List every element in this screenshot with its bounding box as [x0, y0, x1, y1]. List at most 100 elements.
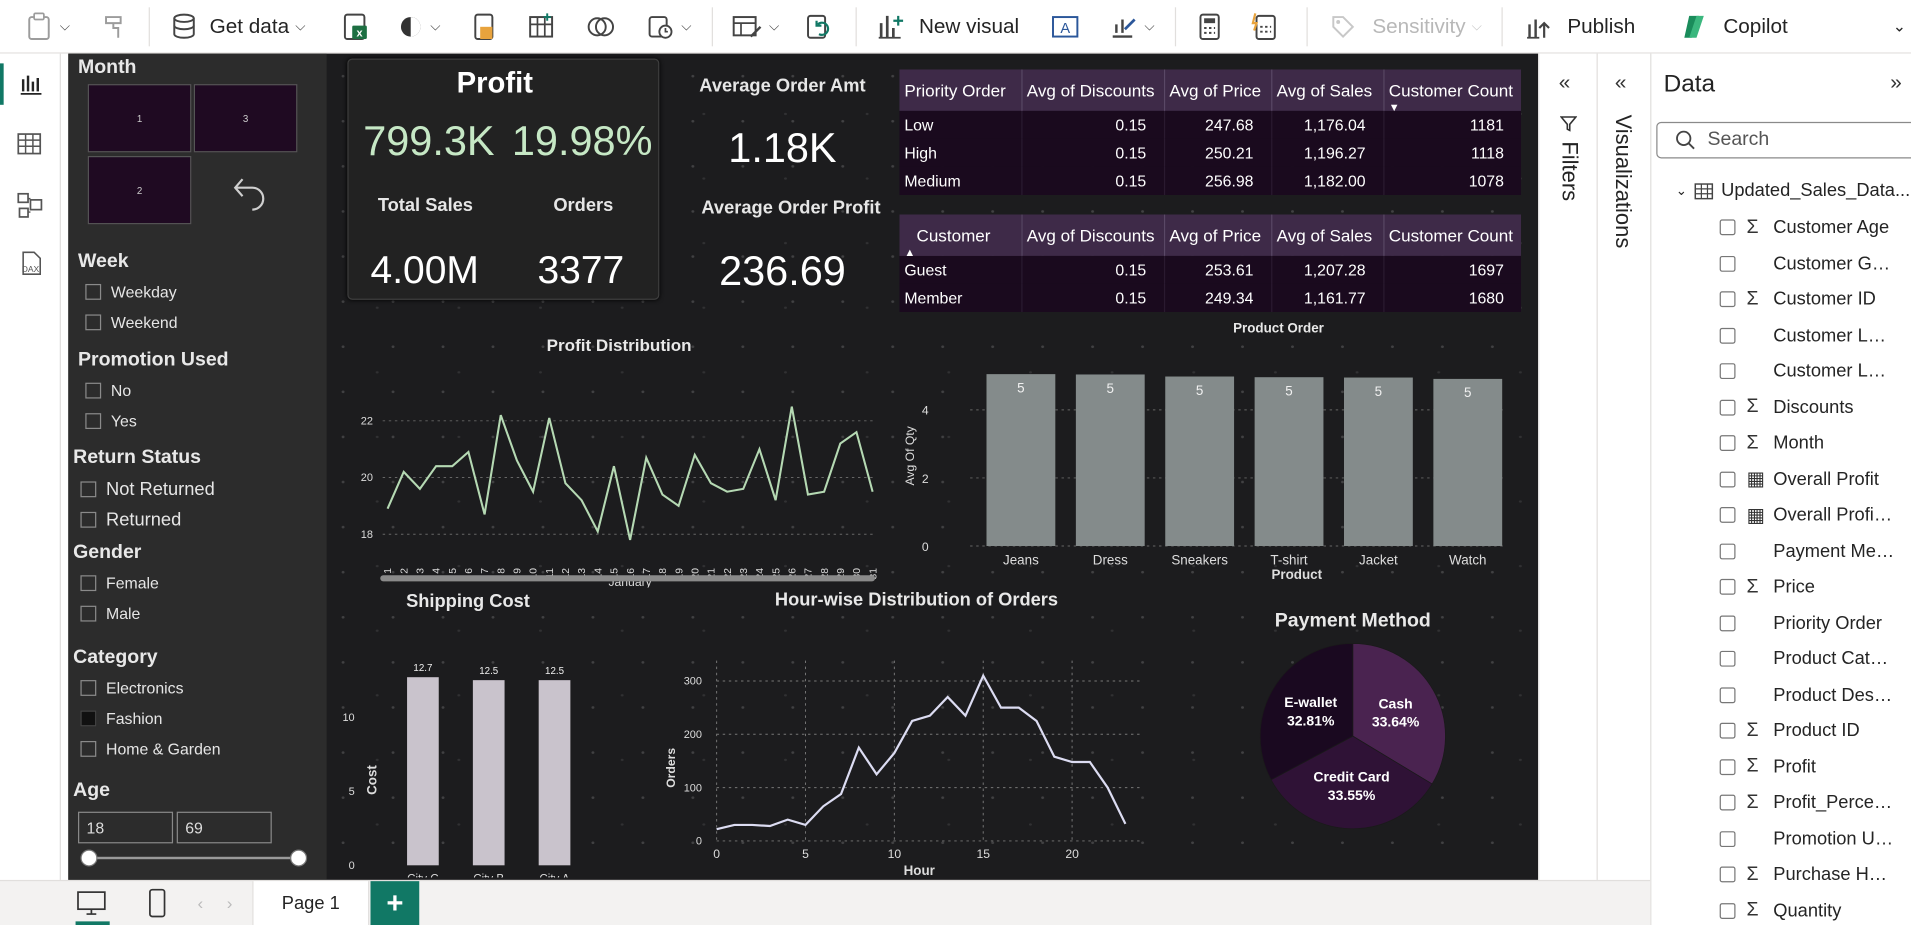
- quick-measure-button[interactable]: [1250, 0, 1279, 54]
- field-item[interactable]: Σ Quantity: [1651, 893, 1911, 925]
- chart-scrollbar[interactable]: [380, 575, 876, 582]
- collapse-filters-icon[interactable]: «: [1559, 71, 1571, 95]
- next-page-icon[interactable]: ›: [227, 893, 233, 913]
- checkbox-fashion[interactable]: Fashion: [80, 709, 162, 728]
- transform-data-button[interactable]: ⌵: [731, 0, 779, 54]
- previous-page-icon[interactable]: ‹: [197, 893, 203, 913]
- data-search-box[interactable]: Search: [1656, 121, 1911, 159]
- data-table-node[interactable]: ⌄ Updated_Sales_Data...: [1676, 180, 1910, 201]
- column-header[interactable]: Priority Order: [899, 69, 1022, 111]
- new-measure-button[interactable]: [1197, 0, 1224, 54]
- table-view-button[interactable]: [16, 130, 43, 163]
- field-item[interactable]: ▦ Overall Profit ...: [1651, 497, 1911, 532]
- publish-button[interactable]: Publish: [1523, 0, 1635, 54]
- column-header[interactable]: Avg of Price: [1163, 214, 1272, 256]
- field-item[interactable]: Σ Customer Age: [1651, 210, 1911, 245]
- field-checkbox[interactable]: [1719, 650, 1736, 667]
- field-item[interactable]: Σ Profit: [1651, 749, 1911, 784]
- checkbox-weekday[interactable]: Weekday: [85, 283, 177, 301]
- dax-query-view-button[interactable]: DAX: [16, 249, 45, 284]
- add-page-button[interactable]: +: [370, 881, 420, 925]
- checkbox-weekend[interactable]: Weekend: [85, 313, 178, 332]
- month-tile[interactable]: 2: [87, 156, 192, 225]
- paste-button[interactable]: ⌵: [27, 0, 70, 54]
- field-checkbox[interactable]: [1719, 866, 1736, 883]
- field-item[interactable]: ▦ Overall Profit: [1651, 461, 1911, 496]
- checkbox-electronics[interactable]: Electronics: [80, 679, 184, 697]
- field-checkbox[interactable]: [1719, 542, 1736, 559]
- filters-pane-label[interactable]: Filters: [1556, 141, 1582, 201]
- field-checkbox[interactable]: [1719, 614, 1736, 631]
- sql-button[interactable]: [470, 0, 497, 54]
- mobile-layout-button[interactable]: [146, 887, 168, 925]
- new-visual-button[interactable]: New visual: [875, 0, 1019, 54]
- field-checkbox[interactable]: [1719, 291, 1736, 308]
- column-header[interactable]: Customer ▲: [899, 214, 1022, 258]
- checkbox-home-garden[interactable]: Home & Garden: [80, 740, 221, 758]
- checkbox-female[interactable]: Female: [80, 574, 159, 592]
- product-order-chart[interactable]: Product Order 0 2 4 Avg Of Qty 5 Jeans 5 Dress 5 S…: [897, 317, 1531, 585]
- field-checkbox[interactable]: [1719, 219, 1736, 236]
- visualizations-pane-label[interactable]: Visualizations: [1610, 115, 1635, 249]
- field-item[interactable]: Σ Price: [1651, 569, 1911, 604]
- field-checkbox[interactable]: [1719, 578, 1736, 595]
- field-checkbox[interactable]: [1719, 471, 1736, 487]
- column-header[interactable]: Avg of Sales: [1271, 214, 1384, 256]
- column-header[interactable]: Avg of Sales: [1271, 69, 1384, 111]
- payment-method-chart[interactable]: Payment Method Cash 33.64% Credit Card 33.55…: [1226, 597, 1494, 853]
- model-view-button[interactable]: [16, 190, 45, 225]
- field-item[interactable]: Customer Log...: [1651, 353, 1911, 388]
- refresh-schedule-button[interactable]: ⌵: [646, 0, 691, 54]
- field-item[interactable]: Priority Order: [1651, 605, 1911, 640]
- column-header[interactable]: Avg of Price: [1163, 69, 1272, 111]
- dataverse-button[interactable]: ⌵: [397, 0, 440, 54]
- recent-sources-button[interactable]: [585, 0, 617, 54]
- column-header[interactable]: Customer Count: [1383, 214, 1521, 256]
- get-data-button[interactable]: Get data ⌵: [171, 0, 305, 54]
- age-max-input[interactable]: 69: [176, 811, 272, 844]
- field-checkbox[interactable]: [1719, 255, 1736, 272]
- checkbox-male[interactable]: Male: [80, 605, 140, 623]
- back-arrow-button[interactable]: [232, 173, 269, 218]
- field-checkbox[interactable]: [1719, 686, 1736, 703]
- field-checkbox[interactable]: [1719, 363, 1736, 380]
- column-header[interactable]: Customer Count ▼: [1383, 69, 1521, 113]
- hour-wise-orders-chart[interactable]: Hour-wise Distribution of Orders01002003…: [653, 585, 1189, 880]
- field-item[interactable]: Product Categ...: [1651, 641, 1911, 676]
- enter-data-button[interactable]: [527, 0, 556, 54]
- format-painter-button[interactable]: [102, 0, 129, 54]
- field-checkbox[interactable]: [1719, 722, 1736, 739]
- checkbox-returned[interactable]: Returned: [80, 509, 181, 530]
- field-checkbox[interactable]: [1719, 399, 1736, 415]
- report-view-button[interactable]: [17, 71, 44, 104]
- more-visuals-button[interactable]: ⌵: [1109, 0, 1155, 54]
- field-checkbox[interactable]: [1719, 830, 1736, 847]
- field-item[interactable]: Σ Purchase Hour: [1651, 857, 1911, 892]
- text-box-button[interactable]: A: [1051, 0, 1080, 54]
- field-item[interactable]: Σ Product ID: [1651, 713, 1911, 748]
- sensitivity-button[interactable]: Sensitivity ⌵: [1328, 0, 1482, 54]
- excel-button[interactable]: x: [341, 0, 370, 54]
- age-min-input[interactable]: 18: [78, 811, 174, 844]
- collapse-visualizations-icon[interactable]: «: [1615, 71, 1627, 95]
- checkbox-promotion-yes[interactable]: Yes: [85, 412, 137, 430]
- field-checkbox[interactable]: [1719, 327, 1736, 344]
- field-item[interactable]: Σ Customer ID: [1651, 282, 1911, 317]
- field-item[interactable]: Customer Loc...: [1651, 317, 1911, 352]
- refresh-button[interactable]: [804, 0, 833, 54]
- age-slider-min-handle[interactable]: [80, 849, 98, 867]
- column-header[interactable]: Avg of Discounts: [1021, 214, 1165, 256]
- ribbon-collapse-button[interactable]: ⌄: [1893, 0, 1906, 54]
- column-header[interactable]: Avg of Discounts: [1021, 69, 1165, 111]
- checkbox-not-returned[interactable]: Not Returned: [80, 479, 215, 500]
- field-item[interactable]: Σ Month: [1651, 425, 1911, 460]
- field-checkbox[interactable]: [1719, 507, 1736, 523]
- page-tab-page1[interactable]: Page 1: [252, 881, 370, 925]
- checkbox-promotion-no[interactable]: No: [85, 381, 131, 400]
- field-checkbox[interactable]: [1719, 435, 1736, 451]
- field-item[interactable]: Promotion Us...: [1651, 821, 1911, 856]
- field-item[interactable]: Σ Profit_Percent...: [1651, 785, 1911, 820]
- field-item[interactable]: Payment Met...: [1651, 533, 1911, 568]
- copilot-button[interactable]: Copilot: [1679, 0, 1788, 54]
- desktop-layout-button[interactable]: [76, 890, 108, 923]
